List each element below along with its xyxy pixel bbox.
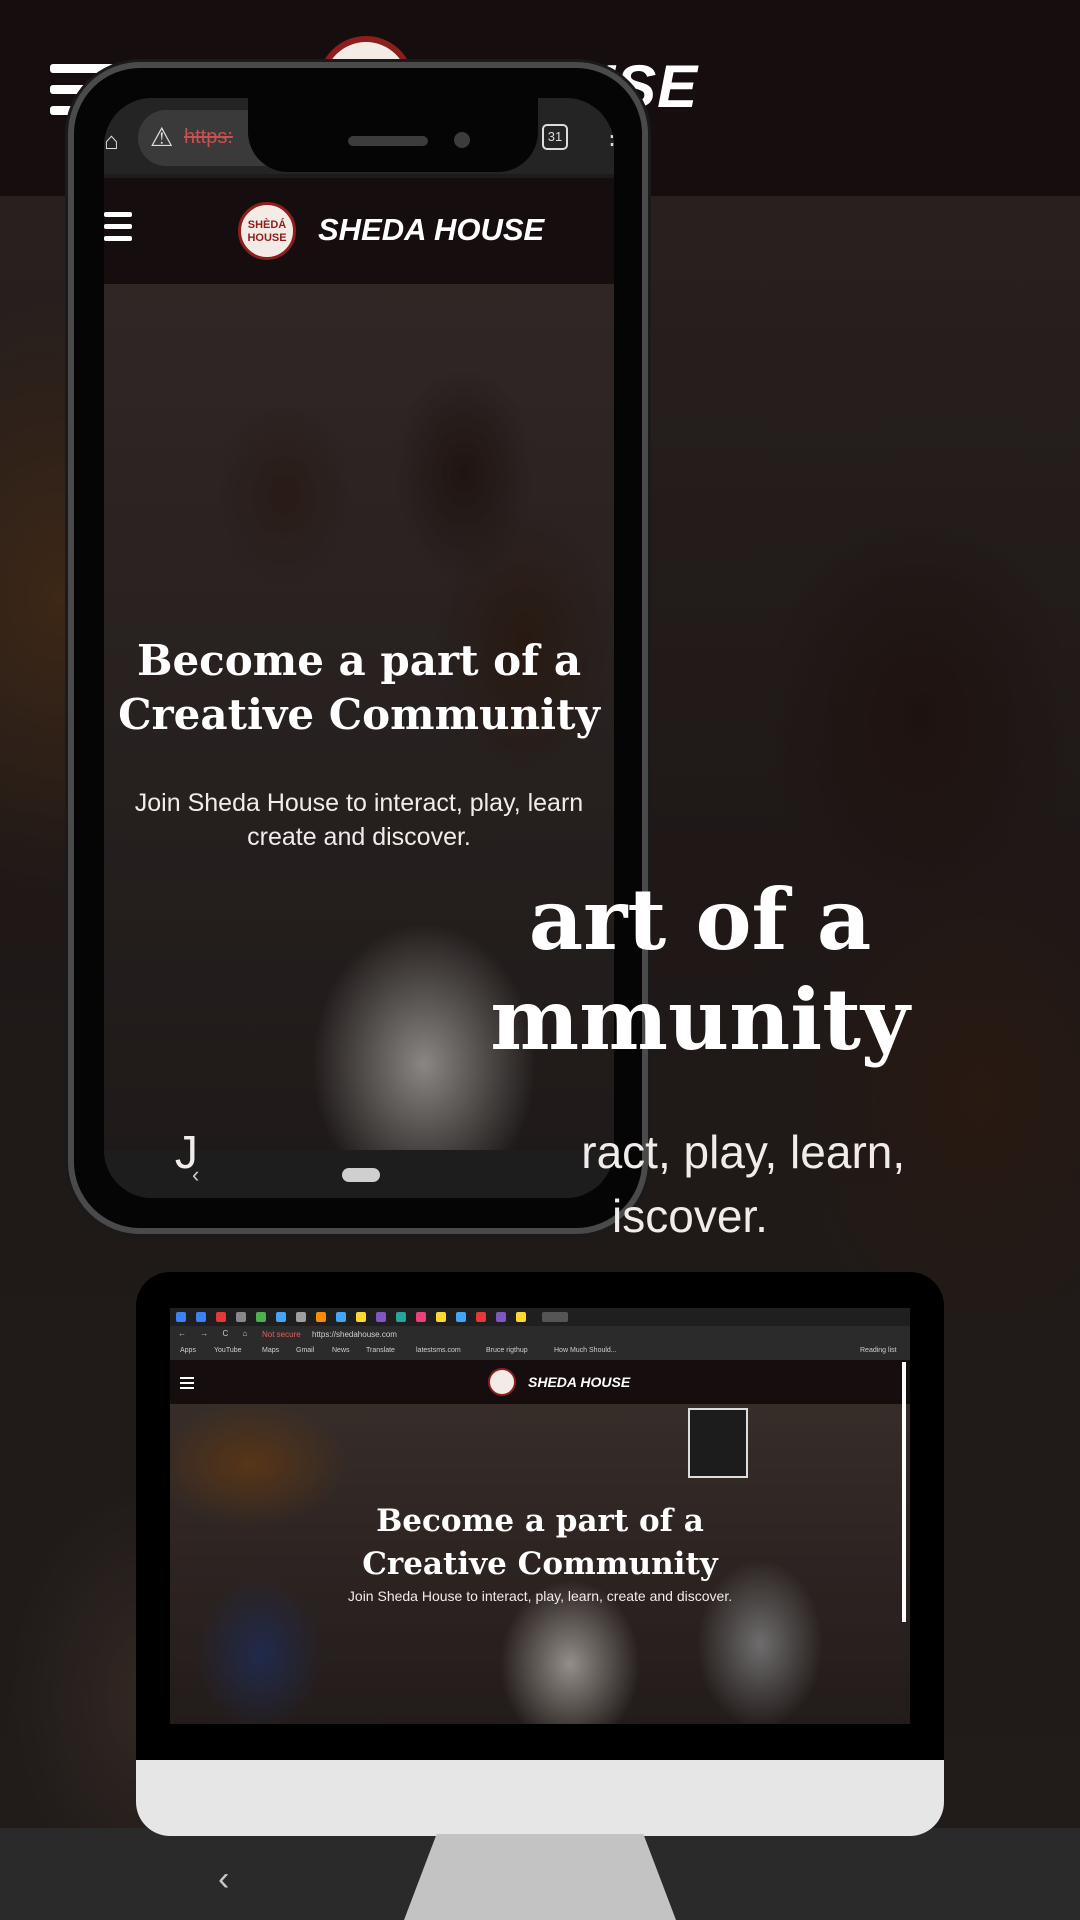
bookmark-item[interactable]: Apps [180, 1347, 196, 1354]
mobile-site-header: SHÈDÁ HOUSE SHEDA HOUSE [104, 178, 614, 284]
hero-title-line2: Creative Community [362, 1546, 718, 1582]
hero-title-line1: Become a part of a [136, 636, 582, 685]
browser-address-bar[interactable]: ← → C ⌂ Not secure https://shedahouse.co… [170, 1326, 910, 1344]
browser-tab[interactable] [216, 1312, 226, 1322]
more-icon[interactable]: ⋮ [600, 122, 614, 151]
desktop-hero-subtitle: Join Sheda House to interact, play, lear… [347, 1588, 733, 1604]
logo-text-line1: SHÈDÁ [247, 219, 287, 231]
brand-name: SHEDA HOUSE [528, 1374, 631, 1390]
browser-tab[interactable] [236, 1312, 246, 1322]
logo [488, 1368, 516, 1396]
browser-tab[interactable] [256, 1312, 266, 1322]
hero-subtitle-line1: Join Sheda House to interact, play, lear… [134, 789, 584, 817]
browser-tab[interactable] [436, 1312, 446, 1322]
desktop-hero-image: Become a part of a Creative Community Jo… [170, 1404, 910, 1724]
mobile-hero-subtitle: Join Sheda House to interact, play, lear… [104, 786, 614, 854]
browser-tab[interactable] [316, 1312, 326, 1322]
menu-icon[interactable] [104, 212, 132, 248]
bookmark-item[interactable]: News [332, 1347, 350, 1354]
bookmark-item[interactable]: Maps [262, 1347, 279, 1354]
browser-tab-active[interactable] [542, 1312, 568, 1322]
browser-tab[interactable] [176, 1312, 186, 1322]
browser-tab[interactable] [416, 1312, 426, 1322]
speaker-grille [348, 136, 428, 146]
browser-tab[interactable] [196, 1312, 206, 1322]
browser-tab[interactable] [356, 1312, 366, 1322]
bg-title-line1: art of a [528, 870, 872, 969]
reading-list[interactable]: Reading list [860, 1347, 897, 1354]
logo-text-line2: HOUSE [247, 232, 287, 244]
menu-icon[interactable] [180, 1377, 194, 1392]
bg-title-line2: mmunity [490, 970, 910, 1069]
bookmark-item[interactable]: Translate [366, 1347, 395, 1354]
background-hero-subtitle: J ract, play, learn, iscover. [0, 1120, 1080, 1248]
bookmark-item[interactable]: Gmail [296, 1347, 314, 1354]
logo: SHÈDÁ HOUSE [238, 202, 296, 260]
not-secure-label: Not secure [262, 1330, 301, 1339]
bookmark-item[interactable]: How Much Should... [554, 1347, 617, 1354]
bookmark-item[interactable]: latestsms.com [416, 1347, 461, 1354]
home-icon[interactable]: ⌂ [104, 128, 119, 156]
browser-tab[interactable] [396, 1312, 406, 1322]
desktop-screen: ← → C ⌂ Not secure https://shedahouse.co… [170, 1308, 910, 1724]
browser-tab[interactable] [336, 1312, 346, 1322]
back-icon[interactable]: ‹ [218, 1860, 229, 1899]
bookmarks-bar: Apps YouTube Maps Gmail News Translate l… [170, 1344, 910, 1360]
hero-title-line2: Creative Community [118, 690, 600, 739]
tabs-count-button[interactable]: 31 [542, 124, 568, 150]
browser-tab[interactable] [516, 1312, 526, 1322]
bg-sub-line2: iscover. [612, 1190, 768, 1242]
bg-sub-line1: J ract, play, learn, [174, 1126, 906, 1178]
bookmark-item[interactable]: Bruce rigthup [486, 1347, 528, 1354]
camera-icon [454, 132, 470, 148]
browser-tab[interactable] [276, 1312, 286, 1322]
monitor-chin [136, 1760, 944, 1836]
url-text[interactable]: https: [184, 126, 233, 149]
warning-icon: ⚠ [150, 122, 174, 152]
browser-tab[interactable] [476, 1312, 486, 1322]
monitor-stand [404, 1834, 676, 1920]
browser-tab[interactable] [296, 1312, 306, 1322]
browser-tab[interactable] [376, 1312, 386, 1322]
phone-notch [248, 98, 538, 172]
browser-tab-strip [170, 1308, 910, 1326]
background-hero-title: art of a mmunity [0, 870, 1080, 1070]
hero-subtitle-line2: create and discover. [247, 823, 471, 851]
bookmark-item[interactable]: YouTube [214, 1347, 242, 1354]
brand-name: SHEDA HOUSE [318, 212, 545, 247]
desktop-monitor-mockup: ← → C ⌂ Not secure https://shedahouse.co… [136, 1272, 944, 1836]
wall-picture-frame [688, 1408, 748, 1478]
mobile-hero-title: Become a part of a Creative Community [104, 634, 614, 742]
desktop-hero-title: Become a part of a Creative Community [170, 1500, 910, 1586]
browser-tab[interactable] [456, 1312, 466, 1322]
hero-title-line1: Become a part of a [376, 1503, 704, 1539]
browser-nav-icons[interactable]: ← → C ⌂ [178, 1329, 253, 1338]
browser-tab[interactable] [496, 1312, 506, 1322]
desktop-site-header: SHEDA HOUSE [170, 1360, 910, 1404]
scrollbar[interactable] [902, 1362, 906, 1622]
url-text[interactable]: https://shedahouse.com [312, 1330, 397, 1339]
